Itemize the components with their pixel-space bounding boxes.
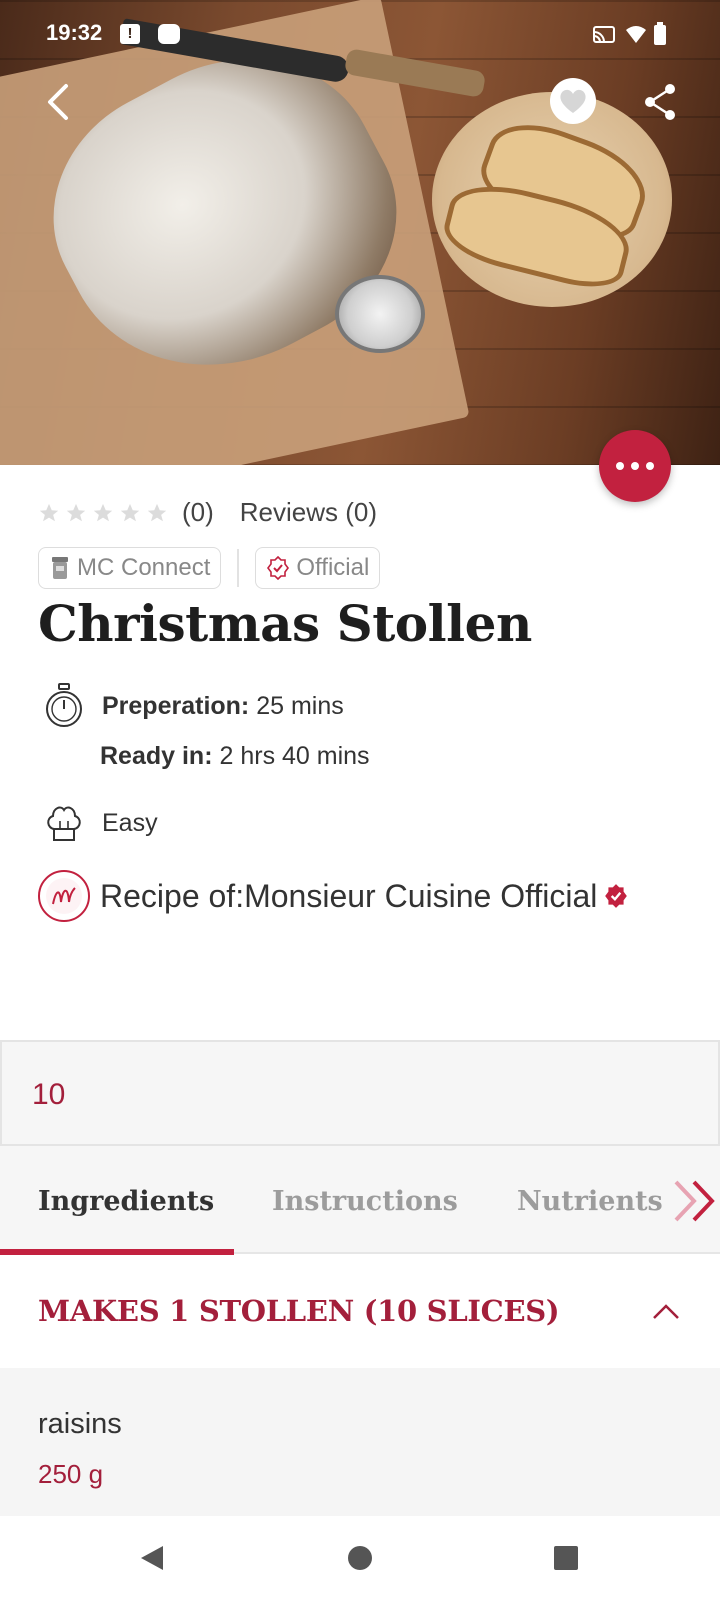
stopwatch-icon — [38, 680, 90, 732]
system-navigation-bar — [0, 1516, 720, 1600]
tag-label: Official — [296, 554, 370, 581]
status-bar: 19:32 ! — [0, 0, 720, 70]
chef-hat-icon — [38, 797, 90, 849]
tag-official: Official — [255, 547, 381, 589]
more-dots-icon — [631, 462, 639, 470]
author-avatar — [38, 870, 90, 922]
servings-value: 10 — [32, 1078, 66, 1111]
circle-home-icon — [348, 1546, 372, 1570]
verified-badge-icon — [267, 556, 290, 580]
ingredient-group-header[interactable]: MAKES 1 STOLLEN (10 SLICES) — [0, 1256, 720, 1368]
preparation-value: 25 mins — [256, 691, 344, 720]
double-chevron-right-icon[interactable] — [672, 1178, 720, 1224]
heart-icon — [560, 89, 586, 113]
monsieur-cuisine-logo-icon — [46, 878, 82, 914]
verified-badge-icon — [605, 884, 628, 908]
star-icon — [66, 503, 86, 521]
tag-mc-connect: MC Connect — [38, 547, 222, 589]
ingredient-quantity: 250 g — [38, 1459, 104, 1489]
rating-count: (0) — [182, 497, 214, 527]
servings-field[interactable]: 10 — [0, 1040, 720, 1146]
share-button[interactable] — [638, 80, 682, 124]
reviews-link[interactable]: Reviews (0) — [240, 497, 377, 528]
tag-label: MC Connect — [77, 554, 211, 581]
ready-in-value: 2 hrs 40 mins — [219, 742, 370, 770]
device-icon — [52, 557, 68, 579]
star-rating — [38, 502, 168, 524]
more-dots-icon — [646, 462, 654, 470]
more-options-button[interactable] — [599, 430, 671, 502]
star-icon — [93, 503, 113, 521]
status-time: 19:32 — [46, 20, 103, 45]
alert-notification-icon: ! — [120, 24, 140, 44]
active-tab-indicator — [0, 1249, 234, 1255]
tag-divider — [237, 549, 240, 587]
star-icon — [39, 503, 59, 521]
difficulty-row: Easy — [38, 797, 158, 849]
tab-instructions[interactable]: Instructions — [272, 1186, 458, 1217]
preparation-row: Preperation: 25 mins — [38, 680, 344, 732]
more-dots-icon — [616, 462, 624, 470]
nav-back-button[interactable] — [132, 1538, 172, 1578]
tab-nutrients[interactable]: Nutrients — [517, 1186, 663, 1217]
back-arrow-icon — [48, 84, 68, 120]
ingredient-group-title: MAKES 1 STOLLEN (10 SLICES) — [38, 1294, 560, 1328]
ingredient-item: raisins 250 g — [0, 1368, 720, 1516]
sugar-sieve — [335, 275, 425, 353]
nav-recents-button[interactable] — [546, 1538, 586, 1578]
author-row[interactable]: Recipe of:Monsieur Cuisine Official — [38, 870, 629, 922]
star-icon — [120, 503, 140, 521]
preparation-label: Preperation: — [102, 691, 250, 720]
recipe-tags: MC Connect Official — [38, 547, 381, 589]
back-button[interactable] — [36, 80, 80, 124]
share-icon — [645, 84, 675, 120]
square-recents-icon — [554, 1546, 578, 1570]
nav-home-button[interactable] — [340, 1538, 380, 1578]
recipe-title: Christmas Stollen — [38, 594, 532, 653]
triangle-back-icon — [141, 1546, 163, 1570]
rating-row[interactable]: (0) Reviews (0) — [38, 497, 377, 528]
recipe-tabs: Ingredients Instructions Nutrients — [0, 1146, 720, 1254]
ready-in-row: Ready in: 2 hrs 40 mins — [100, 742, 370, 771]
tab-ingredients[interactable]: Ingredients — [38, 1186, 214, 1217]
favorite-button[interactable] — [550, 78, 596, 124]
system-status-icons — [593, 22, 666, 45]
ready-in-label: Ready in: — [100, 742, 213, 770]
author-name: Recipe of:Monsieur Cuisine Official — [100, 877, 598, 914]
star-icon — [147, 503, 167, 521]
chevron-up-icon[interactable] — [650, 1296, 682, 1326]
difficulty-value: Easy — [102, 808, 158, 837]
ingredient-name: raisins — [38, 1408, 122, 1440]
app-notification-icon — [158, 24, 180, 44]
